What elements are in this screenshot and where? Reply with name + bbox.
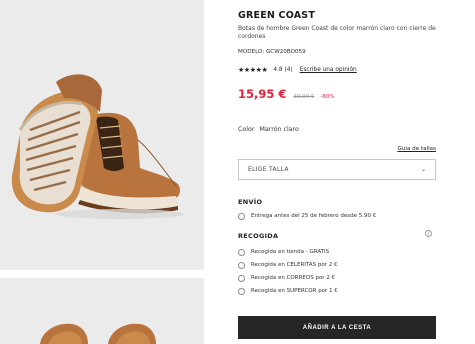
- star-rating-icon: ★★★★★: [238, 66, 268, 74]
- color-label: Color: [238, 126, 255, 133]
- radio-button[interactable]: [238, 261, 245, 269]
- radio-button[interactable]: [238, 212, 245, 220]
- pickup-option-label: Recogida en CELERITAS por 2 €: [251, 262, 338, 268]
- pickup-option-label: Recogida en tienda - GRATIS: [251, 249, 330, 255]
- pickup-option-label: Recogida en CORREOS por 2 €: [251, 275, 336, 281]
- pickup-option-label: Recogida en SUPERCOR por 1 €: [251, 288, 338, 294]
- pickup-option-celeritas[interactable]: Recogida en CELERITAS por 2 €: [238, 261, 337, 269]
- pickup-title: RECOGIDA: [238, 232, 279, 240]
- add-to-cart-button[interactable]: AÑADIR A LA CESTA: [238, 316, 436, 339]
- pickup-option-supercor[interactable]: Recogida en SUPERCOR por 1 €: [238, 287, 338, 295]
- radio-button[interactable]: [238, 248, 245, 256]
- product-photo-secondary[interactable]: [0, 278, 204, 344]
- price-row: 15,95 € 39,90 € -60%: [238, 87, 335, 101]
- shipping-option-label: Entrega antes del 25 de febrero desde 5.…: [251, 213, 377, 219]
- write-review-link[interactable]: Escribe una opinión: [300, 67, 357, 73]
- size-guide-link[interactable]: Guía de tallas: [398, 146, 436, 152]
- pickup-option-store[interactable]: Recogida en tienda - GRATIS: [238, 248, 329, 256]
- product-title: GREEN COAST: [238, 10, 316, 21]
- rating-score: 4.8 (4): [273, 67, 293, 73]
- product-model: MODELO: GCW20BO059: [238, 49, 306, 55]
- current-price: 15,95 €: [238, 87, 287, 101]
- shipping-title: ENVÍO: [238, 198, 263, 206]
- boots-illustration-2: [40, 323, 156, 344]
- radio-button[interactable]: [238, 287, 245, 295]
- radio-button[interactable]: [238, 274, 245, 282]
- size-select[interactable]: ELIGE TALLA ⌄: [238, 159, 436, 180]
- original-price: 39,90 €: [293, 94, 315, 100]
- info-icon[interactable]: i: [425, 230, 432, 237]
- shipping-option[interactable]: Entrega antes del 25 de febrero desde 5.…: [238, 212, 376, 220]
- discount-badge: -60%: [320, 94, 335, 100]
- product-photo-main[interactable]: [0, 0, 204, 270]
- color-row: Color Marrón claro: [238, 126, 299, 133]
- size-select-label: ELIGE TALLA: [248, 166, 289, 173]
- color-value: Marrón claro: [259, 126, 299, 133]
- product-description: Botas de hombre Green Coast de color mar…: [238, 25, 436, 40]
- chevron-down-icon: ⌄: [420, 166, 426, 173]
- rating-row: ★★★★★ 4.8 (4) Escribe una opinión: [238, 66, 357, 74]
- pickup-option-correos[interactable]: Recogida en CORREOS por 2 €: [238, 274, 335, 282]
- boots-illustration: [11, 74, 184, 219]
- product-gallery: [0, 0, 204, 344]
